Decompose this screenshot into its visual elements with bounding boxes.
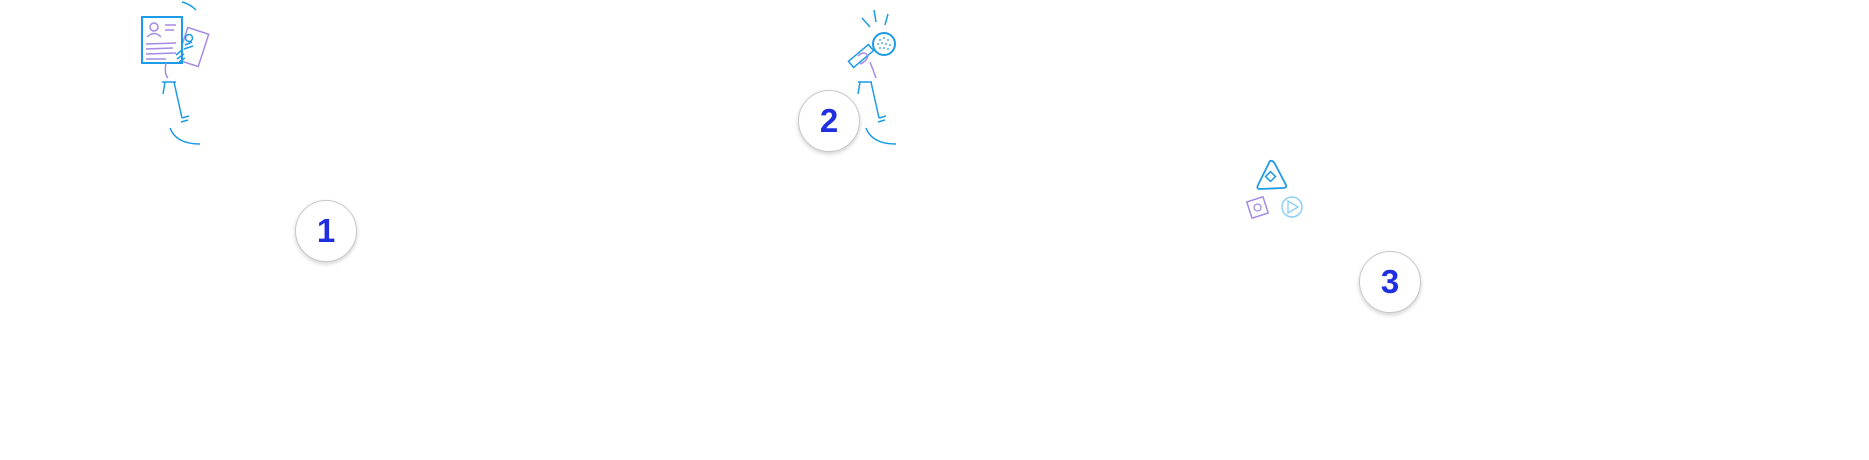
person-holding-documents-icon xyxy=(141,1,210,145)
step-badge-2: 2 xyxy=(798,90,860,152)
step-number: 1 xyxy=(316,212,336,249)
step-badge-1: 1 xyxy=(295,200,357,262)
step-number: 2 xyxy=(819,102,839,139)
steps-section: 1 2 3 xyxy=(0,0,1869,460)
step-number: 3 xyxy=(1380,263,1400,300)
step-badge-3: 3 xyxy=(1359,251,1421,313)
shapes-play-icon xyxy=(1245,159,1303,220)
